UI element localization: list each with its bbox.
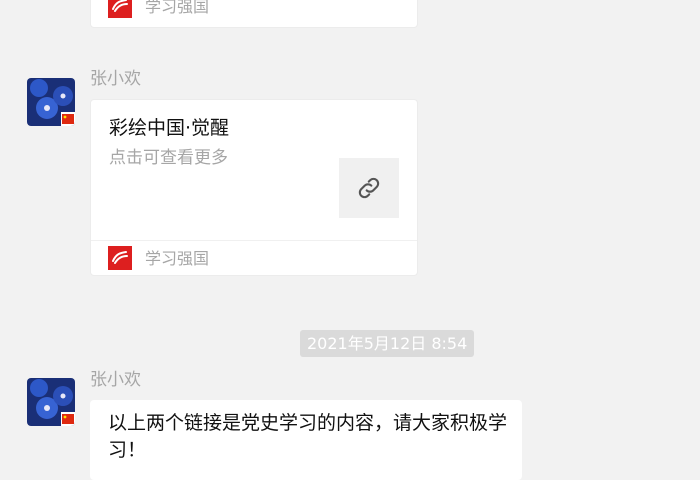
text-message-bubble[interactable]: 以上两个链接是党史学习的内容，请大家积极学习！ (90, 400, 522, 480)
app-name: 学习强国 (145, 249, 210, 268)
card-description: 点击可查看更多 (109, 148, 228, 168)
link-card-partial[interactable]: 学习强国 (90, 0, 418, 28)
sender-name: 张小欢 (90, 370, 141, 390)
card-footer: 学习强国 (91, 240, 417, 277)
app-name: 学习强国 (145, 0, 210, 16)
timestamp: 2021年5月12日 8:54 (300, 330, 475, 357)
xuexi-qiangguo-logo-icon (108, 0, 132, 18)
link-card[interactable]: 彩绘中国·觉醒 点击可查看更多 学习强国 (90, 99, 418, 276)
message-text: 以上两个链接是党史学习的内容，请大家积极学习！ (108, 412, 508, 461)
link-thumbnail (339, 158, 399, 218)
avatar[interactable] (27, 78, 75, 126)
card-footer: 学习强国 (91, 0, 417, 28)
avatar[interactable] (27, 378, 75, 426)
link-icon (358, 177, 380, 199)
sender-name: 张小欢 (90, 69, 141, 89)
card-title: 彩绘中国·觉醒 (109, 117, 230, 139)
xuexi-qiangguo-logo-icon (108, 246, 132, 270)
